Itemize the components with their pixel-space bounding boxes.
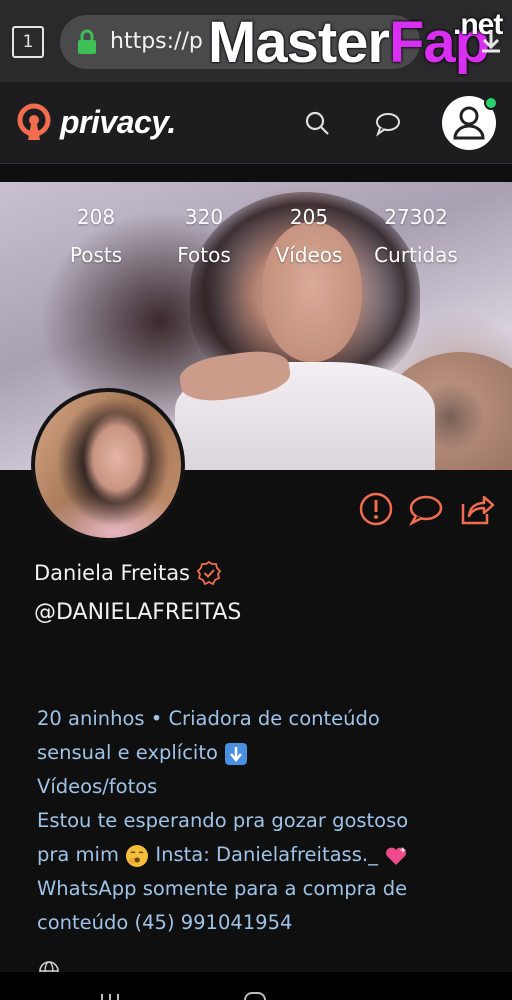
site-header: privacy.: [0, 82, 512, 164]
system-navigation-bar: [0, 972, 512, 1000]
privacy-logo-icon: [17, 103, 51, 140]
lock-icon: [78, 29, 96, 54]
brand-link[interactable]: privacy.: [14, 102, 176, 142]
url-text: https://p: [110, 29, 203, 54]
profile-avatar[interactable]: [31, 388, 185, 542]
share-icon[interactable]: [457, 490, 495, 528]
search-icon[interactable]: [302, 108, 332, 138]
down-arrow-emoji-icon: [225, 742, 248, 765]
bio-line: 20 aninhos • Criadora de conteúdo: [37, 707, 380, 730]
watermark-logo: MasterFap .net: [208, 8, 503, 78]
bio-line: Vídeos/fotos: [37, 775, 158, 798]
stat-value: 320: [184, 205, 224, 229]
bio-text: pra mim: [37, 843, 119, 866]
download-icon[interactable]: [476, 26, 506, 56]
profile-handle: @DANIELAFREITAS: [34, 600, 242, 625]
stat-label: Fotos: [177, 243, 231, 267]
stat-videos[interactable]: 205 Vídeos: [270, 200, 348, 272]
stat-label: Vídeos: [275, 243, 343, 267]
bio-line: conteúdo (45) 991041954: [37, 911, 293, 934]
home-icon[interactable]: [244, 992, 266, 1000]
report-icon[interactable]: [357, 490, 395, 528]
sparkling-heart-emoji-icon: [386, 846, 407, 865]
recent-apps-icon[interactable]: [98, 992, 122, 1000]
chat-icon[interactable]: [372, 108, 404, 138]
message-icon[interactable]: [406, 490, 444, 528]
yawning-face-emoji-icon: [126, 844, 149, 867]
watermark-main: Master: [208, 10, 390, 75]
bio-line: pra mim Insta: Danielafreitass._: [37, 838, 487, 872]
stat-value: 205: [289, 205, 329, 229]
bio-text: sensual e explícito: [37, 741, 218, 764]
profile-name: Daniela Freitas: [34, 561, 191, 585]
verified-badge-icon: [196, 560, 222, 586]
stat-posts[interactable]: 208 Posts: [60, 200, 132, 272]
stat-value: 27302: [384, 205, 448, 229]
bio-text: Insta: Danielafreitass._: [155, 843, 378, 866]
user-menu-button[interactable]: [442, 96, 498, 150]
tab-switcher-button[interactable]: 1: [12, 26, 44, 58]
profile-bio: 20 aninhos • Criadora de conteúdo sensua…: [37, 702, 487, 940]
bio-line: Estou te esperando pra gozar gostoso: [37, 809, 409, 832]
stat-value: 208: [76, 205, 116, 229]
browser-toolbar: 1 https://p MasterFap .net: [0, 0, 512, 82]
online-status-dot: [484, 96, 498, 110]
stat-photos[interactable]: 320 Fotos: [168, 200, 240, 272]
stat-label: Posts: [69, 243, 123, 267]
stat-likes[interactable]: 27302 Curtidas: [370, 200, 462, 272]
bio-line: sensual e explícito: [37, 736, 487, 770]
brand-name: privacy.: [60, 103, 176, 140]
bio-line: WhatsApp somente para a compra de: [37, 877, 408, 900]
stat-label: Curtidas: [374, 243, 458, 267]
profile-name-row: Daniela Freitas: [34, 560, 222, 586]
profile-avatar-image: [31, 388, 185, 542]
